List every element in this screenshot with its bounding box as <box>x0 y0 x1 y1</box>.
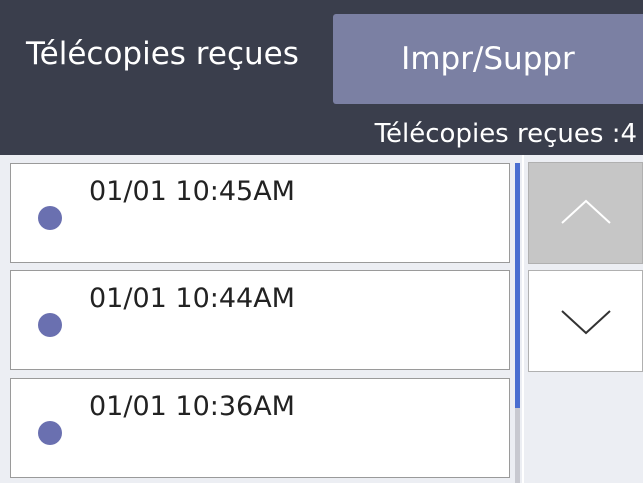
fax-list-item[interactable]: 01/01 10:36AM <box>10 378 510 478</box>
fax-list-item[interactable]: 01/01 10:45AM <box>10 163 510 263</box>
scroll-down-button[interactable] <box>528 270 643 372</box>
fax-timestamp: 01/01 10:45AM <box>89 176 295 207</box>
received-fax-count: Télécopies reçues :4 <box>374 119 637 149</box>
fax-timestamp: 01/01 10:44AM <box>89 283 295 314</box>
dot-icon <box>38 313 62 337</box>
print-delete-button[interactable]: Impr/Suppr <box>333 14 643 104</box>
scrollbar-thumb[interactable] <box>515 163 520 408</box>
fax-timestamp: 01/01 10:36AM <box>89 391 295 422</box>
chevron-down-icon <box>560 310 611 335</box>
dot-icon <box>38 206 62 230</box>
screen-title: Télécopies reçues <box>26 36 299 72</box>
fax-list-item[interactable]: 01/01 10:44AM <box>10 270 510 370</box>
scroll-up-button[interactable] <box>528 162 643 264</box>
chevron-up-icon <box>560 199 611 224</box>
dot-icon <box>38 421 62 445</box>
